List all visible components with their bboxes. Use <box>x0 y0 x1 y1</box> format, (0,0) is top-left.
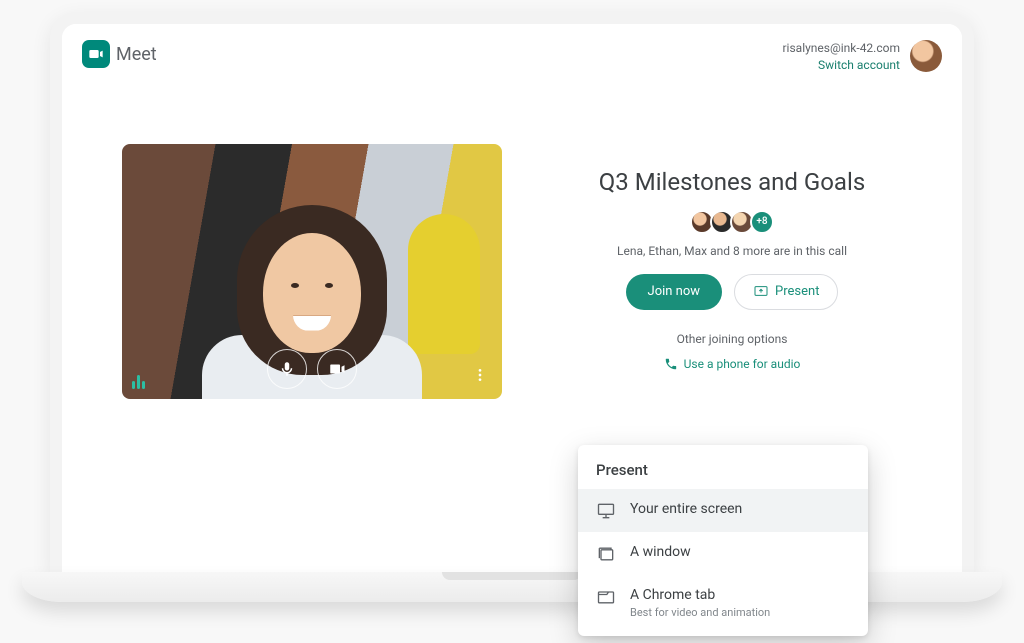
account-email: risalynes@ink-42.com <box>782 40 900 57</box>
present-option-chrome-tab[interactable]: A Chrome tab Best for video and animatio… <box>578 575 868 630</box>
present-option-entire-screen[interactable]: Your entire screen <box>578 489 868 532</box>
participants-avatars: +8 <box>542 210 922 234</box>
action-buttons: Join now Present <box>542 274 922 310</box>
present-option-window[interactable]: A window <box>578 532 868 575</box>
present-option-label: A Chrome tab <box>630 586 770 604</box>
phone-icon <box>664 357 678 371</box>
participants-overflow-badge[interactable]: +8 <box>750 210 774 234</box>
brand-name: Meet <box>116 44 157 65</box>
audio-level-icon <box>132 375 145 389</box>
account-avatar[interactable] <box>910 40 942 72</box>
present-option-sublabel: Best for video and animation <box>630 606 770 619</box>
meeting-title: Q3 Milestones and Goals <box>542 168 922 196</box>
present-button-label: Present <box>775 284 819 299</box>
use-phone-label: Use a phone for audio <box>684 357 801 371</box>
present-icon <box>753 284 769 300</box>
background-lamp <box>408 214 480 354</box>
join-now-button[interactable]: Join now <box>626 274 723 310</box>
header: Meet risalynes@ink-42.com Switch account <box>62 24 962 74</box>
self-video-preview <box>122 144 502 399</box>
present-option-label: Your entire screen <box>630 500 742 518</box>
use-phone-link[interactable]: Use a phone for audio <box>664 357 801 371</box>
tab-icon <box>596 587 616 607</box>
more-options-button[interactable] <box>466 361 494 389</box>
switch-account-link[interactable]: Switch account <box>782 57 900 74</box>
meet-logo-icon <box>82 40 110 68</box>
present-menu-popup: Present Your entire screen A window A Ch… <box>578 445 868 636</box>
main-content: Q3 Milestones and Goals +8 Lena, Ethan, … <box>62 74 962 399</box>
camera-toggle-button[interactable] <box>317 349 357 389</box>
participants-text: Lena, Ethan, Max and 8 more are in this … <box>542 244 922 258</box>
present-button[interactable]: Present <box>734 274 838 310</box>
meeting-info-panel: Q3 Milestones and Goals +8 Lena, Ethan, … <box>542 144 922 399</box>
mic-toggle-button[interactable] <box>267 349 307 389</box>
account-area: risalynes@ink-42.com Switch account <box>782 40 942 74</box>
present-menu-title: Present <box>578 455 868 489</box>
window-icon <box>596 544 616 564</box>
other-options-label: Other joining options <box>542 332 922 346</box>
brand: Meet <box>82 40 157 68</box>
present-option-label: A window <box>630 543 691 561</box>
monitor-icon <box>596 501 616 521</box>
video-controls <box>267 349 357 389</box>
